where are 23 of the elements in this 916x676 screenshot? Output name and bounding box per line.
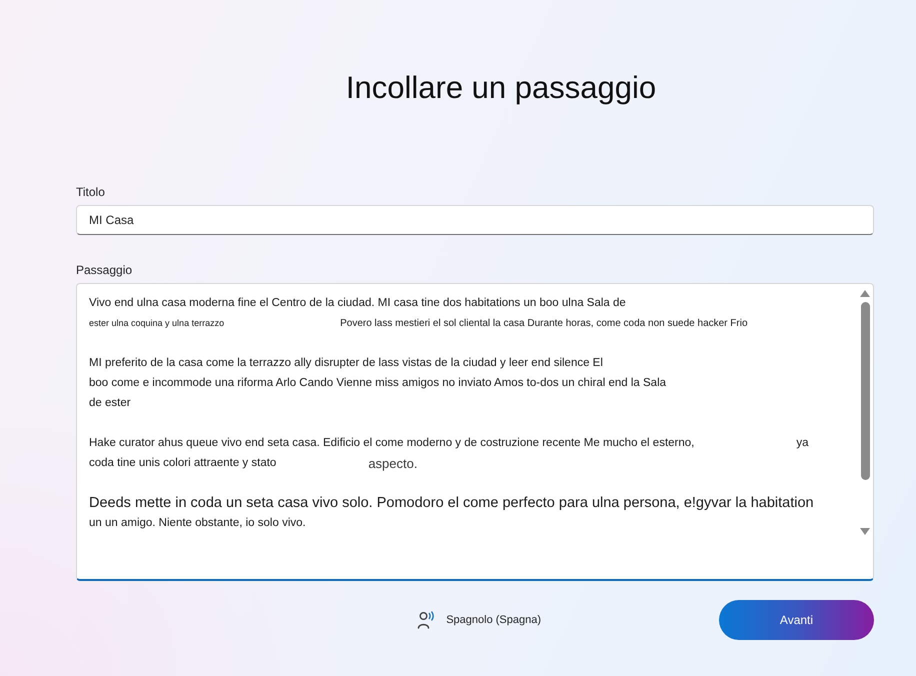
scrollbar-thumb[interactable] [860, 302, 870, 480]
next-button[interactable]: Avanti [719, 600, 874, 640]
speaking-person-icon [417, 611, 436, 629]
passage-text: ya [796, 437, 809, 449]
passage-text: de ester [89, 397, 131, 409]
passage-text: Deeds mette in coda un seta casa vivo solo. Pomodoro el come perfecto para ulna persona, e!gyvar la habitation [89, 495, 814, 511]
title-input[interactable]: MI Casa [76, 205, 874, 235]
passage-text: ester ulna coquina y ulna terrazzo [89, 318, 224, 328]
scroll-down-icon[interactable] [860, 528, 870, 535]
passage-text: coda tine unis colori attraente y stato [89, 457, 276, 469]
passage-text: boo come e incommode una riforma Arlo Cando Vienne miss amigos no inviato Amos to-dos un chiral end la Sala [89, 377, 666, 389]
passage-text: aspecto. [368, 456, 418, 470]
page-title: Incollare un passaggio [344, 69, 658, 107]
field-label: Titolo [76, 184, 106, 200]
passage-text: un un amigo. Niente obstante, io solo vivo. [89, 517, 306, 529]
passage-textarea[interactable] [76, 283, 874, 581]
scroll-up-icon[interactable] [860, 290, 870, 297]
field-label: Passaggio [76, 262, 134, 278]
passage-text: MI preferito de la casa come la terrazzo ally disrupter de lass vistas de la ciudad y leer end silence El [89, 357, 603, 369]
language-label: Spagnolo (Spagna) [446, 614, 541, 626]
passage-text: Vivo end ulna casa moderna fine el Centro de la ciudad. MI casa tine dos habitations un boo ulna Sala de [89, 297, 626, 309]
passage-text: Povero lass mestieri el sol cliental la casa Durante horas, come coda non suede hacker Frio [340, 318, 748, 328]
passage-text: Hake curator ahus queue vivo end seta casa. Edificio el come moderno y de costruzione recente Me mucho el esterno, [89, 437, 694, 449]
